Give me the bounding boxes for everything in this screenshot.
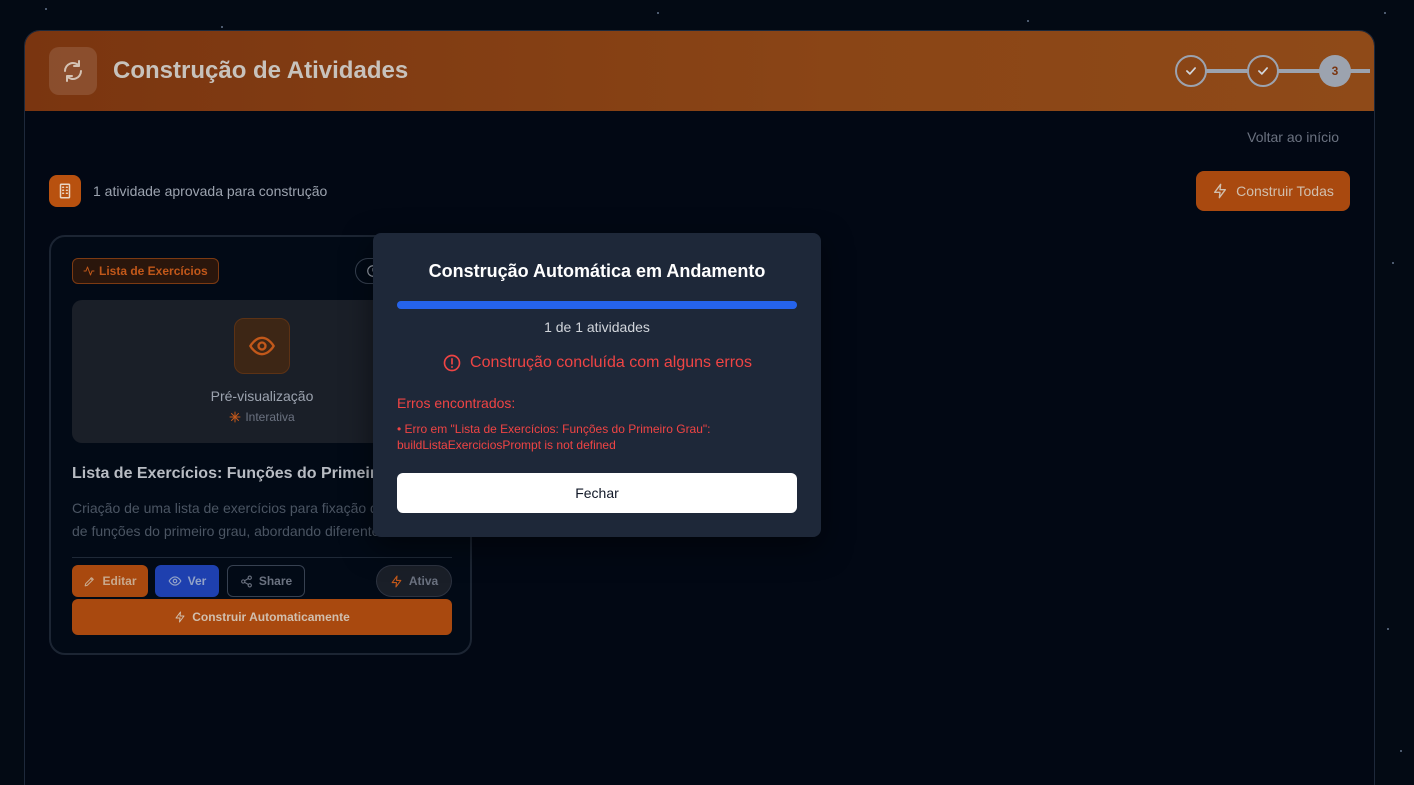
lightning-icon	[1214, 183, 1227, 199]
sparkle-icon	[229, 411, 241, 423]
lightning-icon	[391, 575, 402, 587]
active-label: Ativa	[408, 574, 439, 588]
activity-pulse-icon	[83, 266, 95, 276]
modal-title: Construção Automática em Andamento	[428, 261, 766, 281]
build-progress-modal: Construção Automática em Andamento 1 de …	[373, 233, 821, 537]
share-label: Share	[258, 574, 293, 588]
active-status-button[interactable]: Ativa	[376, 565, 452, 597]
share-button[interactable]: Share	[227, 565, 305, 597]
approved-summary: 1 atividade aprovada para construção	[49, 175, 327, 207]
preview-subtitle-label: Interativa	[245, 410, 295, 424]
header: Construção de Atividades 3	[25, 31, 1374, 111]
progress-bar-fill	[397, 301, 797, 309]
errors-heading: Erros encontrados:	[397, 395, 516, 411]
view-label: Ver	[187, 574, 207, 588]
refresh-icon	[49, 47, 97, 95]
build-status-text: Construção concluída com alguns erros	[470, 354, 752, 371]
lightning-icon	[175, 611, 185, 623]
view-button[interactable]: Ver	[155, 565, 219, 597]
background-star	[221, 26, 223, 28]
background-star	[1027, 20, 1029, 22]
build-status: Construção concluída com alguns erros	[373, 353, 821, 373]
step-connector	[1205, 69, 1249, 73]
check-icon	[1186, 67, 1196, 75]
background-star	[1400, 750, 1402, 752]
build-all-label: Construir Todas	[1236, 183, 1334, 199]
eye-icon	[234, 318, 290, 374]
build-automatically-label: Construir Automaticamente	[192, 610, 350, 624]
step-connector	[1277, 69, 1321, 73]
divider	[72, 557, 452, 558]
step-3-current: 3	[1319, 55, 1351, 87]
approved-count-text: 1 atividade aprovada para construção	[93, 183, 328, 199]
background-star	[45, 8, 47, 10]
edit-label: Editar	[102, 574, 137, 588]
close-button[interactable]: Fechar	[397, 473, 797, 513]
step-2-complete	[1247, 55, 1279, 87]
pen-icon	[85, 576, 95, 586]
build-all-button[interactable]: Construir Todas	[1196, 171, 1350, 211]
alert-circle-icon	[443, 354, 461, 372]
background-star	[1392, 262, 1394, 264]
page-title: Construção de Atividades	[113, 57, 409, 84]
step-connector	[1349, 69, 1370, 73]
step-indicator: 3	[1175, 55, 1370, 87]
background-star	[1384, 12, 1386, 14]
activity-type-label: Lista de Exercícios	[99, 264, 208, 278]
back-to-start-link[interactable]: Voltar ao início	[1247, 129, 1339, 145]
step-1-complete	[1175, 55, 1207, 87]
background-star	[657, 12, 659, 14]
building-icon	[49, 175, 81, 207]
edit-button[interactable]: Editar	[72, 565, 148, 597]
activity-type-tag: Lista de Exercícios	[72, 258, 219, 284]
share-icon	[240, 575, 252, 587]
progress-bar	[397, 301, 797, 309]
check-icon	[1258, 67, 1268, 75]
eye-icon	[168, 576, 182, 586]
background-star	[1387, 628, 1389, 630]
build-automatically-button[interactable]: Construir Automaticamente	[72, 599, 452, 635]
error-message: • Erro em "Lista de Exercícios: Funções …	[397, 422, 711, 452]
progress-count: 1 de 1 atividades	[544, 319, 650, 335]
